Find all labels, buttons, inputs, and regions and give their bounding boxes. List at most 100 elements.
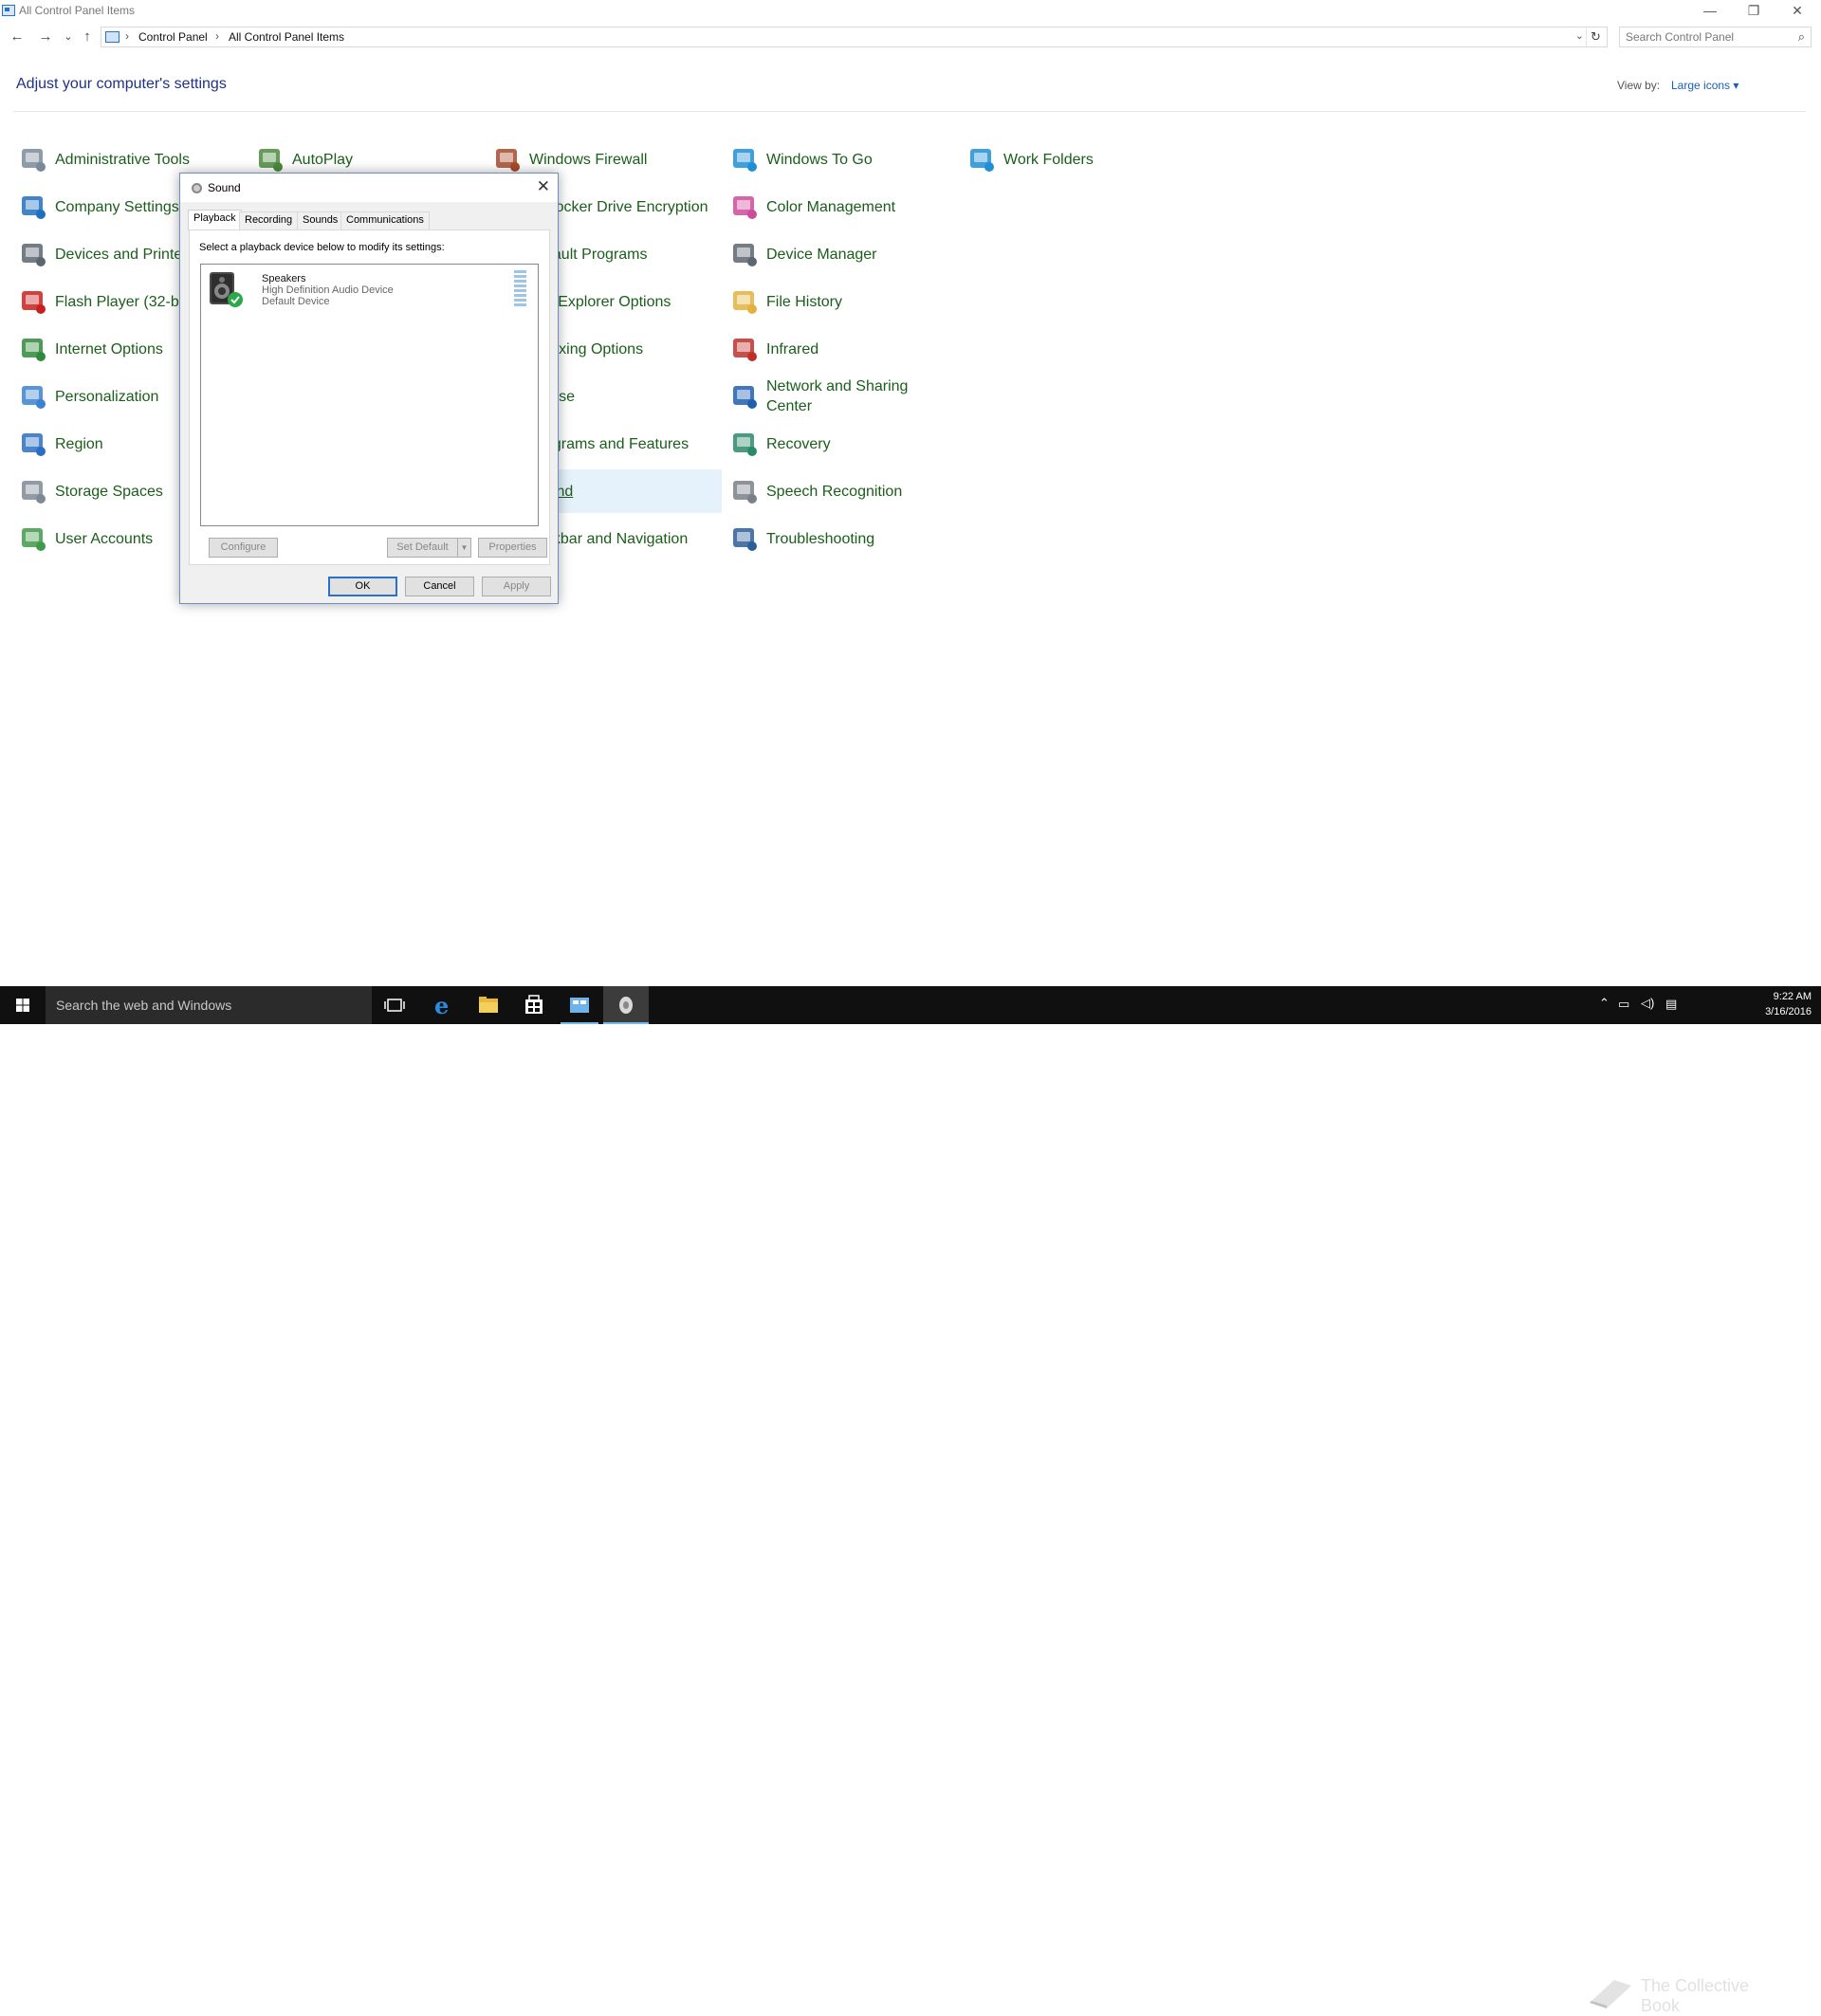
task-view-button[interactable] <box>372 986 417 1024</box>
system-tray: ⌃ ▭ ◁) ▤ 9:22 AM 3/16/2016 <box>1593 986 1821 1024</box>
chevron-down-icon[interactable]: ▼ <box>457 539 470 557</box>
svg-text:e: e <box>434 992 449 1019</box>
item-label: Administrative Tools <box>55 152 190 168</box>
search-input[interactable] <box>1626 30 1787 44</box>
autoplay-icon <box>256 145 285 174</box>
globe-clock-icon <box>19 430 47 458</box>
recent-locations-button[interactable]: ⌄ <box>59 26 78 48</box>
action-center-icon[interactable]: ▤ <box>1665 997 1677 1012</box>
firewall-icon <box>493 145 522 174</box>
printer-icon <box>19 240 47 268</box>
back-button[interactable]: ← <box>8 26 27 48</box>
item-label: Work Folders <box>1003 152 1094 168</box>
minimize-button[interactable]: — <box>1688 0 1732 21</box>
volume-icon[interactable]: ◁) <box>1641 996 1654 1011</box>
ok-button[interactable]: OK <box>328 577 397 596</box>
address-bar[interactable]: › Control Panel › All Control Panel Item… <box>101 27 1608 47</box>
speaker-icon <box>619 997 633 1014</box>
tab-playback[interactable]: Playback <box>188 210 242 230</box>
refresh-icon[interactable]: ↻ <box>1586 27 1605 46</box>
search-box[interactable]: ⌕ <box>1619 27 1812 47</box>
restore-button[interactable]: ❐ <box>1732 0 1775 21</box>
network-icon[interactable]: ▭ <box>1618 997 1629 1012</box>
control-panel-icon <box>2 5 15 16</box>
item-work-folders[interactable]: Work Folders <box>964 137 1196 181</box>
set-default-button[interactable]: Set Default ▼ <box>387 538 471 558</box>
apply-button[interactable]: Apply <box>482 577 551 596</box>
properties-button[interactable]: Properties <box>478 538 547 558</box>
configure-button[interactable]: Configure <box>209 538 278 558</box>
item-speech-recognition[interactable]: Speech Recognition <box>727 469 959 513</box>
sound-dialog: Sound ✕ Playback Recording Sounds Commun… <box>179 173 559 604</box>
item-troubleshooting[interactable]: Troubleshooting <box>727 517 959 560</box>
tab-recording[interactable]: Recording <box>239 211 299 229</box>
playback-instruction: Select a playback device below to modify… <box>199 242 445 253</box>
volume-level-meter <box>514 270 526 310</box>
company-settings-icon <box>19 192 47 221</box>
troubleshooting-icon <box>730 524 759 553</box>
color-management-icon <box>730 192 759 221</box>
page-title: Adjust your computer's settings <box>16 76 227 92</box>
start-button[interactable] <box>0 986 46 1024</box>
network-icon <box>730 382 759 411</box>
playback-panel: Select a playback device below to modify… <box>189 229 550 565</box>
address-dropdown-icon[interactable]: ⌄ <box>1575 29 1584 42</box>
chevron-up-icon[interactable]: ⌃ <box>1599 996 1609 1011</box>
tab-sounds[interactable]: Sounds <box>297 211 344 229</box>
taskbar-file-explorer[interactable] <box>466 986 511 1024</box>
breadcrumb-separator: › <box>215 29 219 43</box>
taskbar-store[interactable] <box>511 986 557 1024</box>
header-divider <box>13 111 1806 112</box>
dialog-close-icon[interactable]: ✕ <box>537 177 550 196</box>
item-label: Windows Firewall <box>529 152 648 168</box>
control-panel-icon <box>105 31 120 43</box>
forward-button[interactable]: → <box>36 26 55 48</box>
folder-icon <box>479 997 498 1013</box>
taskbar-search-box[interactable]: Search the web and Windows <box>46 986 372 1024</box>
microphone-icon <box>730 477 759 505</box>
breadcrumb-control-panel[interactable]: Control Panel <box>138 30 208 44</box>
watermark-text: The Collective Book <box>1641 1976 1750 2015</box>
taskbar-sound[interactable] <box>603 986 649 1024</box>
up-button[interactable]: ↑ <box>78 26 97 48</box>
taskbar-control-panel[interactable] <box>557 986 602 1024</box>
item-windows-to-go[interactable]: Windows To Go <box>727 137 959 181</box>
recovery-icon <box>730 430 759 458</box>
close-button[interactable]: ✕ <box>1775 0 1819 21</box>
view-by-dropdown[interactable]: Large icons ▾ <box>1671 79 1738 92</box>
work-folders-icon <box>967 145 996 174</box>
clock[interactable]: 9:22 AM 3/16/2016 <box>1765 989 1812 1019</box>
window-title: All Control Panel Items <box>19 4 136 17</box>
taskbar: Search the web and Windows e The Collect… <box>0 986 1821 2015</box>
search-icon[interactable]: ⌕ <box>1798 29 1805 45</box>
dialog-title: Sound <box>208 181 241 194</box>
navigation-bar: ← → ⌄ ↑ › Control Panel › All Control Pa… <box>0 26 1821 50</box>
users-icon <box>19 524 47 553</box>
item-network-and-sharing-center[interactable]: Network and Sharing Center <box>727 375 959 418</box>
item-file-history[interactable]: File History <box>727 280 959 323</box>
speaker-icon <box>210 272 243 307</box>
tab-communications[interactable]: Communications <box>340 211 430 229</box>
item-label: Infrared <box>766 341 819 357</box>
taskbar-search-text: Search the web and Windows <box>56 998 232 1013</box>
device-manager-icon <box>730 240 759 268</box>
admin-tools-icon <box>19 145 47 174</box>
windows-to-go-icon <box>730 145 759 174</box>
device-list[interactable]: Speakers High Definition Audio Device De… <box>200 264 539 526</box>
clock-time: 9:22 AM <box>1773 991 1812 1002</box>
item-label: Device Manager <box>766 247 877 263</box>
device-item-speakers[interactable]: Speakers High Definition Audio Device De… <box>201 265 538 314</box>
breadcrumb-all-items[interactable]: All Control Panel Items <box>229 30 344 44</box>
infrared-icon <box>730 335 759 363</box>
item-label: Network and Sharing Center <box>766 378 909 414</box>
taskbar-edge[interactable]: e <box>420 986 466 1024</box>
item-label: Windows To Go <box>766 152 873 168</box>
item-color-management[interactable]: Color Management <box>727 185 959 229</box>
device-name: Speakers <box>262 273 306 284</box>
item-recovery[interactable]: Recovery <box>727 422 959 466</box>
view-by-label: View by: <box>1617 79 1661 92</box>
item-label: Troubleshooting <box>766 531 875 547</box>
item-infrared[interactable]: Infrared <box>727 327 959 371</box>
cancel-button[interactable]: Cancel <box>405 577 474 596</box>
item-device-manager[interactable]: Device Manager <box>727 232 959 276</box>
